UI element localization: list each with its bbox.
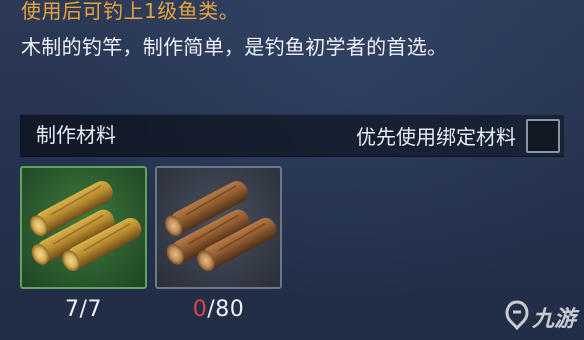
material-slot-1[interactable]: [20, 166, 147, 289]
material-slot-2[interactable]: [155, 166, 282, 289]
item-effect-text: 使用后可钓上1级鱼类。: [21, 0, 240, 23]
bind-material-checkbox[interactable]: [526, 118, 560, 153]
required-count: 80: [215, 297, 245, 322]
count-separator: /: [207, 297, 216, 322]
jiuyou-logo-icon: [504, 300, 530, 334]
bind-material-toggle[interactable]: 优先使用绑定材料: [356, 115, 560, 156]
owned-count: 0: [192, 297, 208, 322]
required-count: 7: [87, 297, 102, 322]
materials-title: 制作材料: [36, 123, 116, 147]
materials-header: 制作材料 优先使用绑定材料: [20, 114, 564, 157]
item-description: 木制的钓竿，制作简单，是钓鱼初学者的首选。: [21, 35, 448, 59]
owned-count: 7: [65, 297, 80, 322]
material-count-2: 0/80: [155, 296, 282, 324]
bind-material-label: 优先使用绑定材料: [356, 125, 516, 149]
material-count-1: 7/7: [20, 296, 147, 324]
watermark-text: 九游: [531, 307, 576, 332]
watermark: 九游: [504, 300, 576, 334]
